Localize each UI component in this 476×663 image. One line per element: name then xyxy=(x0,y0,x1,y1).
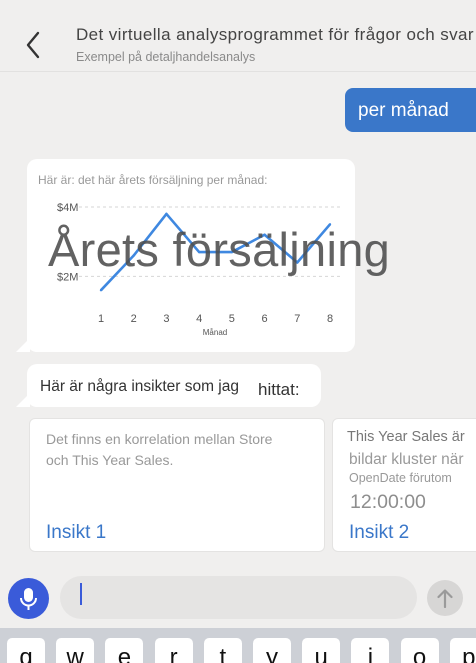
insight-intro-bubble: Här är några insikter som jag hittat: xyxy=(27,364,321,407)
insight-card-text: 12:00:00 xyxy=(350,491,426,513)
x-tick-label: 1 xyxy=(98,313,104,325)
insight-card-text: OpenDate förutom xyxy=(349,471,452,485)
x-tick-label: 4 xyxy=(196,313,202,325)
microphone-icon xyxy=(20,588,37,610)
key-y[interactable]: y xyxy=(253,638,291,663)
key-u[interactable]: u xyxy=(302,638,341,663)
key-o[interactable]: o xyxy=(400,638,439,663)
back-button[interactable] xyxy=(20,30,46,60)
x-axis-label: Månad xyxy=(203,328,227,337)
x-tick-label: 3 xyxy=(163,313,169,325)
x-tick-label: 6 xyxy=(262,313,268,325)
y-tick-label: $4M xyxy=(57,202,78,214)
chevron-left-icon xyxy=(26,31,40,59)
key-r[interactable]: r xyxy=(154,638,193,663)
send-button[interactable] xyxy=(427,580,463,616)
key-i[interactable]: i xyxy=(351,638,390,663)
insight-card-2[interactable]: This Year Sales är bildar kluster när Op… xyxy=(332,418,476,552)
x-tick-label: 2 xyxy=(131,313,137,325)
insight-card-text: bildar kluster när xyxy=(349,451,464,468)
insight-2-link[interactable]: Insikt 2 xyxy=(349,522,409,544)
insight-intro-text: Här är några insikter som jag xyxy=(40,378,239,395)
page-title: Det virtuella analysprogrammet för frågo… xyxy=(76,25,474,44)
insight-card-description-line: Det finns en korrelation mellan Store xyxy=(46,431,273,447)
key-w[interactable]: w xyxy=(56,638,95,663)
on-screen-keyboard: qwertyuiop xyxy=(0,628,476,663)
chart-overlay-title: Årets försäljning xyxy=(48,223,391,276)
key-t[interactable]: t xyxy=(203,638,242,663)
sales-data-point xyxy=(99,289,103,292)
insight-card-description-line: och This Year Sales. xyxy=(46,452,174,468)
user-message-bubble: per månad xyxy=(345,88,476,132)
microphone-button[interactable] xyxy=(8,578,49,619)
x-tick-label: 5 xyxy=(229,313,235,325)
x-tick-label: 7 xyxy=(294,313,300,325)
insight-1-link[interactable]: Insikt 1 xyxy=(46,522,106,544)
insight-card-heading: This Year Sales är xyxy=(347,429,465,445)
key-p[interactable]: p xyxy=(449,638,476,663)
key-e[interactable]: e xyxy=(105,638,144,663)
insight-card-1[interactable]: Det finns en korrelation mellan Store oc… xyxy=(29,418,325,552)
x-tick-label: 8 xyxy=(327,313,333,325)
question-input[interactable] xyxy=(60,576,417,619)
insight-card-description: Det finns en korrelation mellan Store oc… xyxy=(46,429,272,471)
key-q[interactable]: q xyxy=(7,638,45,663)
sales-data-point xyxy=(165,212,168,216)
page-subtitle: Exempel på detaljhandelsanalys xyxy=(76,50,256,64)
insight-intro-text-end: hittat: xyxy=(258,380,300,399)
text-cursor xyxy=(80,583,82,605)
header-bar: Det virtuella analysprogrammet för frågo… xyxy=(0,0,476,72)
arrow-up-icon xyxy=(437,589,453,608)
